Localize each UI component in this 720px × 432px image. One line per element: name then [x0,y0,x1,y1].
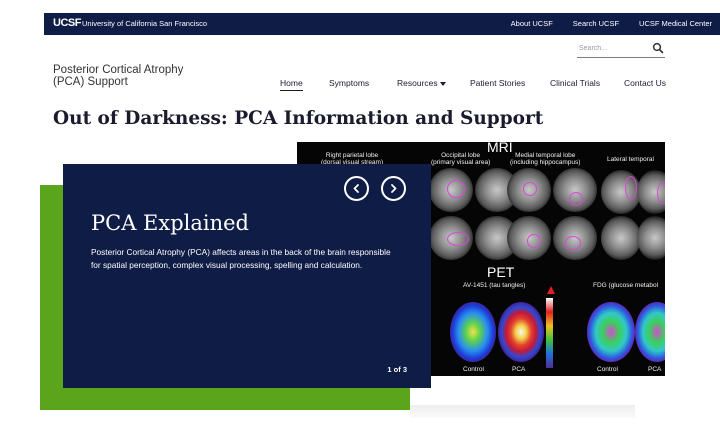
search-input[interactable] [579,42,649,55]
atrophy-marker [565,236,581,250]
label-control-pet: Control [463,366,484,373]
nav-clinical-trials[interactable]: Clinical Trials [550,78,600,88]
label-medial-temporal-line-2: (including hippocampus) [510,159,581,166]
label-pca-pet: PCA [512,366,526,373]
search-box [577,40,665,58]
utility-links: About UCSF Search UCSF UCSF Medical Cent… [511,19,712,28]
atrophy-marker [447,180,465,198]
label-lateral-temporal: Lateral temporal [607,156,654,163]
fdg-scan-control [587,302,635,362]
atrophy-marker [447,232,469,246]
slide-counter: 1 of 3 [387,365,407,374]
atrophy-marker [523,182,537,196]
carousel-prev-button[interactable] [344,176,369,201]
about-ucsf-link[interactable]: About UCSF [511,19,553,28]
fdg-scan-pca [635,302,665,362]
nav-contact-us[interactable]: Contact Us [624,78,666,88]
label-fdg: FDG (glucose metabol [593,282,659,289]
atrophy-marker [657,182,665,204]
search-ucsf-link[interactable]: Search UCSF [573,19,619,28]
mri-scan [601,216,641,260]
top-utility-bar: UCSF University of California San Franci… [44,13,720,35]
nav-resources[interactable]: Resources [397,78,446,88]
chevron-right-icon [391,184,397,193]
pet-scan-control [450,302,496,362]
nav-patient-stories[interactable]: Patient Stories [470,78,525,88]
ucsf-medical-center-link[interactable]: UCSF Medical Center [639,19,712,28]
page-title: Out of Darkness: PCA Information and Sup… [53,108,544,129]
site-title-line-1: Posterior Cortical Atrophy [53,64,184,76]
hero-shadow [410,405,635,418]
slide-body: Posterior Cortical Atrophy (PCA) affects… [91,247,391,270]
color-scale-bar [546,298,553,368]
carousel-next-button[interactable] [381,176,406,201]
label-medial-temporal: Medial temporal lobe (including hippocamp… [510,152,580,166]
atrophy-marker [625,176,637,200]
label-control-fdg: Control [597,366,618,373]
site-title-line-2: (PCA) Support [53,76,128,88]
atrophy-marker [569,192,583,206]
mri-heading: MRI [487,142,513,155]
search-icon[interactable] [652,42,664,54]
ucsf-logo[interactable]: UCSF [53,17,81,29]
pet-scan-pca [498,302,544,362]
label-occipital-line-1: Occipital lobe [441,152,481,159]
arrow-up-icon [547,286,555,294]
chevron-left-icon [353,184,359,193]
carousel-slide: PCA Explained Posterior Cortical Atrophy… [63,164,431,388]
slide-heading: PCA Explained [91,211,250,235]
mri-scan [637,216,665,260]
site-title[interactable]: Posterior Cortical Atrophy (PCA) Support [53,64,223,88]
label-pca-fdg: PCA [648,366,662,373]
label-occipital: Occipital lobe (primary visual area) [431,152,490,166]
nav-home[interactable]: Home [280,78,303,91]
caret-down-icon [439,81,446,86]
label-av1451: AV-1451 (tau tangles) [463,282,526,289]
institution-name[interactable]: University of California San Francisco [82,19,207,28]
label-occipital-line-2: (primary visual area) [431,159,491,166]
nav-symptoms[interactable]: Symptoms [329,78,369,88]
label-parietal-line-1: Right parietal lobe [325,152,379,159]
atrophy-marker [527,234,541,248]
pet-heading: PET [487,264,515,280]
nav-resources-label: Resources [397,78,438,88]
label-medial-temporal-line-1: Medial temporal lobe [515,152,576,159]
